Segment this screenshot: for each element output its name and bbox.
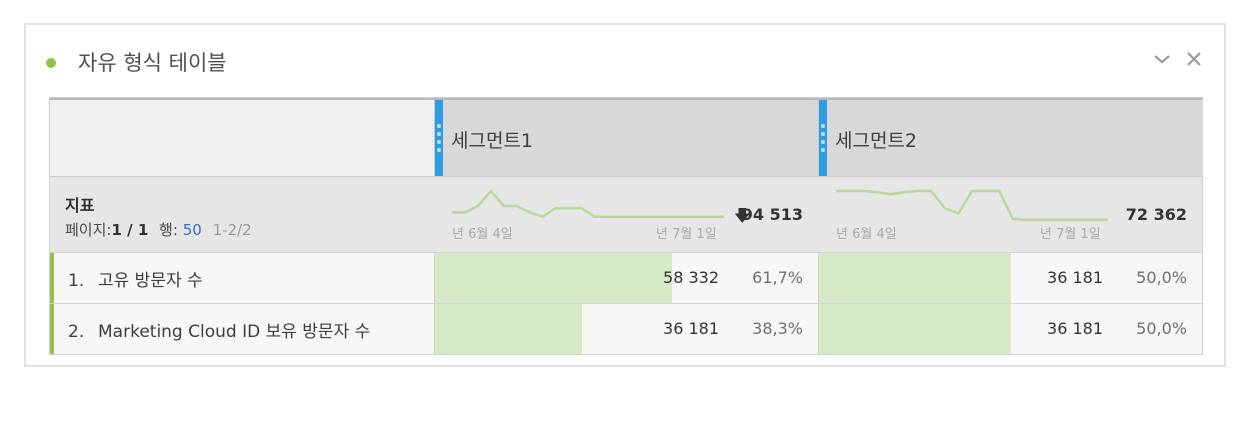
segment-column-header-2[interactable]: 세그먼트2	[818, 100, 1203, 176]
sparkline	[836, 189, 1108, 222]
segment-summary-cell-2: 년 6월 4일 년 7월 1일 72 362	[818, 177, 1203, 253]
metric-name: Marketing Cloud ID 보유 방문자 수	[98, 322, 371, 342]
percent-bar	[819, 304, 1011, 354]
segment-summary-cell-1: 년 6월 4일 년 7월 1일 🡇 94 513	[434, 177, 819, 253]
row-number: 2.	[68, 322, 85, 342]
cell-value: 36 181	[663, 319, 719, 338]
panel-title[interactable]: 자유 형식 테이블	[78, 47, 227, 77]
rows-per-page-selector[interactable]: 50	[183, 221, 202, 239]
segment-header-row: 세그먼트1 세그먼트2	[50, 98, 1203, 176]
sparkline-start-date: 년 6월 4일	[452, 227, 513, 242]
segment-column-header-1[interactable]: 세그먼트1	[434, 100, 819, 176]
row-range: 1-2/2	[212, 221, 252, 239]
sparkline-start-date: 년 6월 4일	[836, 227, 897, 242]
table-row[interactable]: 1. 고유 방문자 수 58 332 61,7% 36 181 50,0%	[50, 252, 1202, 303]
segment-label: 세그먼트1	[451, 130, 534, 152]
segment-total: 94 513	[741, 205, 803, 224]
sparkline-series	[836, 189, 1108, 222]
row-label: 1. 고유 방문자 수	[68, 266, 203, 291]
row-number: 1.	[68, 271, 85, 291]
value-cell[interactable]: 36 181 38,3%	[434, 304, 819, 354]
cell-percent: 50,0%	[1136, 268, 1187, 287]
metric-summary-row: 지표 페이지:1 / 1 행: 50 1-2/2 년 6월 4일 년 7월 1일…	[50, 176, 1202, 252]
percent-bar	[435, 253, 672, 303]
page-value: 1 / 1	[111, 221, 149, 239]
cell-percent: 61,7%	[752, 268, 803, 287]
panel-header: 자유 형식 테이블	[26, 25, 1224, 97]
row-accent	[50, 253, 54, 303]
cell-value: 58 332	[663, 268, 719, 287]
drag-handle-icon[interactable]	[819, 100, 827, 176]
table-row[interactable]: 2. Marketing Cloud ID 보유 방문자 수 36 181 38,…	[50, 303, 1202, 354]
percent-bar	[819, 253, 1011, 303]
cell-value: 36 181	[1047, 319, 1103, 338]
cell-value: 36 181	[1047, 268, 1103, 287]
dimension-header-drop-zone[interactable]	[50, 100, 434, 176]
freeform-table-panel: 자유 형식 테이블 세그먼트1 세그먼트2 지표 페이지:1 / 1 행: 50…	[24, 23, 1226, 367]
close-icon[interactable]	[1182, 47, 1206, 71]
sparkline	[452, 189, 724, 219]
sparkline-end-date: 년 7월 1일	[1040, 227, 1101, 242]
segment-label: 세그먼트2	[835, 130, 918, 152]
cell-percent: 50,0%	[1136, 319, 1187, 338]
row-label: 2. Marketing Cloud ID 보유 방문자 수	[68, 317, 370, 342]
segment-total: 72 362	[1125, 205, 1187, 224]
freeform-table: 세그먼트1 세그먼트2 지표 페이지:1 / 1 행: 50 1-2/2 년 6…	[49, 97, 1203, 355]
rows-label: 행:	[159, 221, 178, 239]
cell-percent: 38,3%	[752, 319, 803, 338]
value-cell[interactable]: 58 332 61,7%	[434, 253, 819, 303]
drag-handle-icon[interactable]	[435, 100, 443, 176]
chevron-down-icon[interactable]	[1150, 47, 1174, 71]
value-cell[interactable]: 36 181 50,0%	[818, 253, 1203, 303]
sparkline-series	[452, 189, 724, 219]
status-dot-icon	[46, 58, 56, 68]
page-label: 페이지:	[65, 221, 112, 239]
row-accent	[50, 304, 54, 354]
value-cell[interactable]: 36 181 50,0%	[818, 304, 1203, 354]
pagination-info: 페이지:1 / 1 행: 50 1-2/2	[65, 219, 252, 240]
sparkline-end-date: 년 7월 1일	[656, 227, 717, 242]
metric-title: 지표	[65, 196, 95, 215]
metric-name: 고유 방문자 수	[98, 271, 203, 291]
percent-bar	[435, 304, 583, 354]
